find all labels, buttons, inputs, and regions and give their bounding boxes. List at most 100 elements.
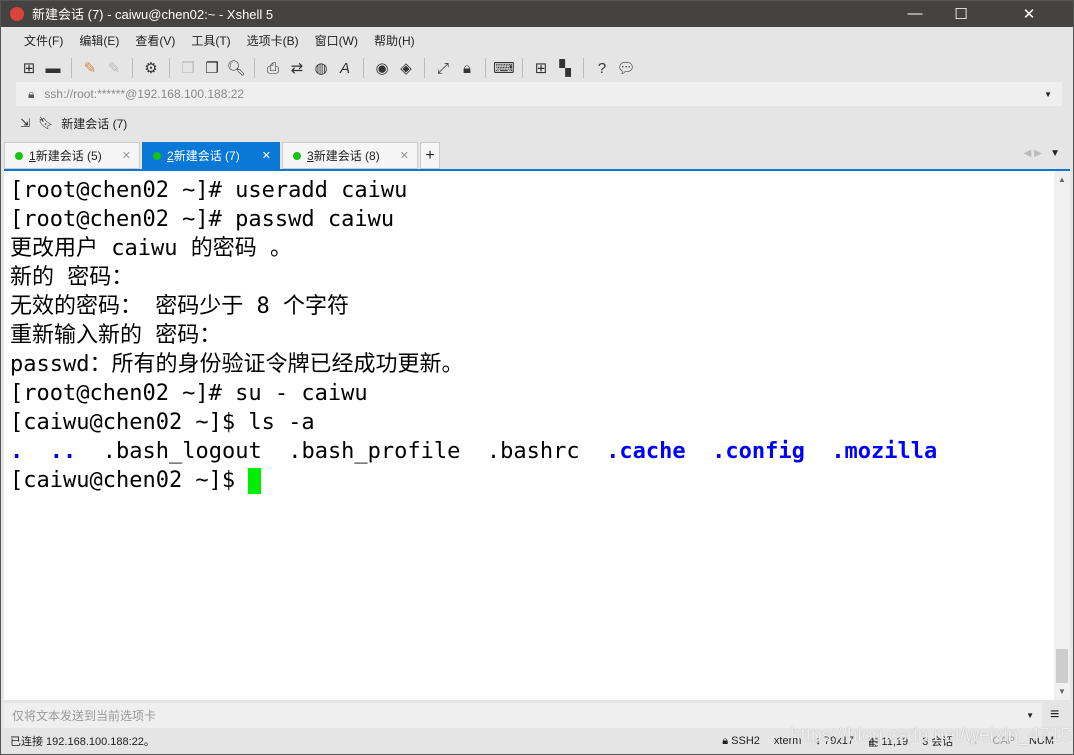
cursor	[248, 468, 262, 494]
terminal[interactable]: [root@chen02 ~]# useradd caiwu [root@che…	[4, 171, 1054, 700]
scrollbar-thumb[interactable]	[1056, 649, 1068, 683]
session-manager-icon[interactable]: ⇲	[20, 116, 30, 130]
cursor-position: ▦ 11,19	[868, 735, 908, 748]
menu-file[interactable]: 文件(F)	[24, 32, 63, 49]
bookmark-icon[interactable]: 🔖︎	[38, 116, 53, 130]
connection-status: 已连接 192.168.100.188:22。	[10, 736, 155, 748]
new-tab-button[interactable]: +	[420, 142, 440, 169]
close-tab-icon[interactable]: ✕	[122, 149, 131, 162]
tab-navigation[interactable]: ◀ ▶ ▼	[1024, 148, 1060, 159]
divider	[583, 58, 584, 78]
ls-entry: .bashrc	[486, 439, 580, 464]
minimize-button[interactable]: —	[892, 0, 938, 27]
divider	[132, 58, 133, 78]
send-input[interactable]: 仅将文本发送到当前选项卡 ▼	[4, 703, 1042, 728]
ls-entry: .	[10, 439, 24, 464]
scroll-down-icon[interactable]: ▼	[1058, 687, 1066, 696]
status-dot-icon	[15, 151, 23, 160]
paste-icon[interactable]: ❐	[203, 59, 221, 77]
divider	[71, 58, 72, 78]
menu-tabs[interactable]: 选项卡(B)	[247, 32, 299, 49]
send-input-placeholder: 仅将文本发送到当前选项卡	[12, 709, 157, 723]
protocol-status: 🔒︎ SSH2	[722, 735, 760, 748]
menu-icon[interactable]: ≡	[1050, 706, 1059, 724]
print-icon[interactable]: ⎙	[264, 59, 282, 77]
find-icon[interactable]: 🔍︎	[226, 59, 245, 77]
tab-label: 新建会话 (8)	[313, 149, 380, 163]
close-button[interactable]: ✕	[984, 0, 1074, 27]
ls-entry: .bash_logout	[102, 439, 262, 464]
disconnect-icon[interactable]: ✎	[105, 59, 123, 77]
new-session-icon[interactable]: ⊞	[20, 59, 38, 77]
ls-entry: .bash_profile	[288, 439, 461, 464]
tab-session-1[interactable]: 1 新建会话 (5) ✕	[4, 142, 140, 169]
terminal-line: [root@chen02 ~]# useradd caiwu	[10, 178, 408, 203]
maximize-button[interactable]: ☐	[938, 0, 984, 27]
menu-window[interactable]: 窗口(W)	[315, 32, 358, 49]
layout-icon[interactable]: ▚	[556, 59, 574, 77]
caps-lock-indicator: CAP	[992, 735, 1015, 747]
lock-icon[interactable]: 🔒︎	[458, 59, 476, 77]
menu-edit[interactable]: 编辑(E)	[79, 32, 119, 49]
session-link[interactable]: 新建会话 (7)	[61, 115, 127, 132]
connect-icon[interactable]: ✎	[81, 59, 99, 77]
xshell-logo-icon	[10, 6, 24, 21]
menu-bar: 文件(F) 编辑(E) 查看(V) 工具(T) 选项卡(B) 窗口(W) 帮助(…	[4, 27, 1070, 53]
vertical-scrollbar[interactable]: ▲ ▼	[1054, 171, 1070, 700]
xmanager-icon[interactable]: ◈	[397, 59, 415, 77]
tab-session-2[interactable]: 2 新建会话 (7) ✕	[142, 142, 280, 169]
resize-icon: ↕	[815, 735, 821, 747]
terminal-line: 更改用户 caiwu 的密码 。	[10, 236, 292, 261]
chevron-down-icon[interactable]: ▼	[1044, 90, 1052, 99]
menu-view[interactable]: 查看(V)	[135, 32, 175, 49]
terminal-line: 无效的密码： 密码少于 8 个字符	[10, 294, 349, 319]
menu-help[interactable]: 帮助(H)	[374, 32, 415, 49]
xftp-icon[interactable]: ◉	[373, 59, 391, 77]
title-bar: 新建会话 (7) - caiwu@chen02:~ - Xshell 5 — ☐…	[0, 0, 1074, 27]
keyboard-icon[interactable]: ⌨	[493, 59, 515, 77]
ls-output-line: . .. .bash_logout .bash_profile .bashrc …	[10, 437, 1054, 466]
tab-label: 新建会话 (5)	[35, 149, 102, 163]
num-lock-indicator: NUM	[1028, 735, 1054, 747]
prompt: [caiwu@chen02 ~]$	[10, 468, 249, 493]
tab-session-3[interactable]: 3 新建会话 (8) ✕	[282, 142, 418, 169]
scroll-up-icon[interactable]: ▲	[1058, 175, 1066, 184]
new-tab-group-icon[interactable]: ⊞	[532, 59, 550, 77]
chevron-down-icon[interactable]: ▼	[1026, 711, 1034, 720]
properties-icon[interactable]: ⚙	[142, 59, 160, 77]
status-dot-icon	[293, 151, 301, 160]
session-count: 3 会话	[922, 736, 954, 748]
menu-tools[interactable]: 工具(T)	[191, 32, 230, 49]
toolbar: ⊞ ▬ ✎ ✎ ⚙ ❐ ❐ 🔍︎ ⎙ ⇄ ◍ A ◉ ◈ ⤢ 🔒︎ ⌨ ⊞ ▚ …	[4, 54, 1070, 82]
terminal-line: 重新输入新的 密码：	[10, 323, 222, 348]
divider	[424, 58, 425, 78]
fullscreen-icon[interactable]: ⤢	[434, 59, 452, 77]
tab-number: 3	[307, 148, 314, 163]
open-folder-icon[interactable]: ▬	[44, 59, 62, 77]
globe-icon[interactable]: ◍	[312, 59, 330, 77]
ls-entry: .cache	[606, 439, 686, 464]
terminal-prompt-line: [caiwu@chen02 ~]$	[10, 466, 1054, 495]
close-tab-icon[interactable]: ✕	[400, 149, 409, 162]
terminal-size: ↕ 79x17	[815, 735, 854, 747]
help-icon[interactable]: ?	[593, 59, 611, 77]
terminal-line: [caiwu@chen02 ~]$ ls -a	[10, 410, 315, 435]
lock-icon: 🔒︎	[28, 86, 35, 101]
chat-icon[interactable]: 💬︎	[616, 59, 635, 77]
address-bar[interactable]: 🔒︎ ssh://root:******@192.168.100.188:22 …	[16, 82, 1062, 106]
transfer-icon[interactable]: ⇄	[288, 59, 306, 77]
terminal-line: 新的 密码：	[10, 265, 134, 290]
ls-entry: ..	[49, 439, 77, 464]
terminal-line: passwd：所有的身份验证令牌已经成功更新。	[10, 352, 464, 377]
address-value: ssh://root:******@192.168.100.188:22	[44, 87, 245, 101]
divider	[485, 58, 486, 78]
divider	[522, 58, 523, 78]
copy-icon[interactable]: ❐	[179, 59, 197, 77]
position-value: 11,19	[881, 735, 909, 748]
divider	[254, 58, 255, 78]
close-tab-icon[interactable]: ✕	[262, 149, 271, 162]
tab-bar: 1 新建会话 (5) ✕ 2 新建会话 (7) ✕ 3 新建会话 (8) ✕ +	[4, 142, 1070, 169]
status-bar: 已连接 192.168.100.188:22。 🔒︎ SSH2 xterm ↕ …	[4, 729, 1070, 753]
session-bar: ⇲ 🔖︎ 新建会话 (7)	[4, 110, 127, 136]
font-icon[interactable]: A	[336, 59, 354, 77]
